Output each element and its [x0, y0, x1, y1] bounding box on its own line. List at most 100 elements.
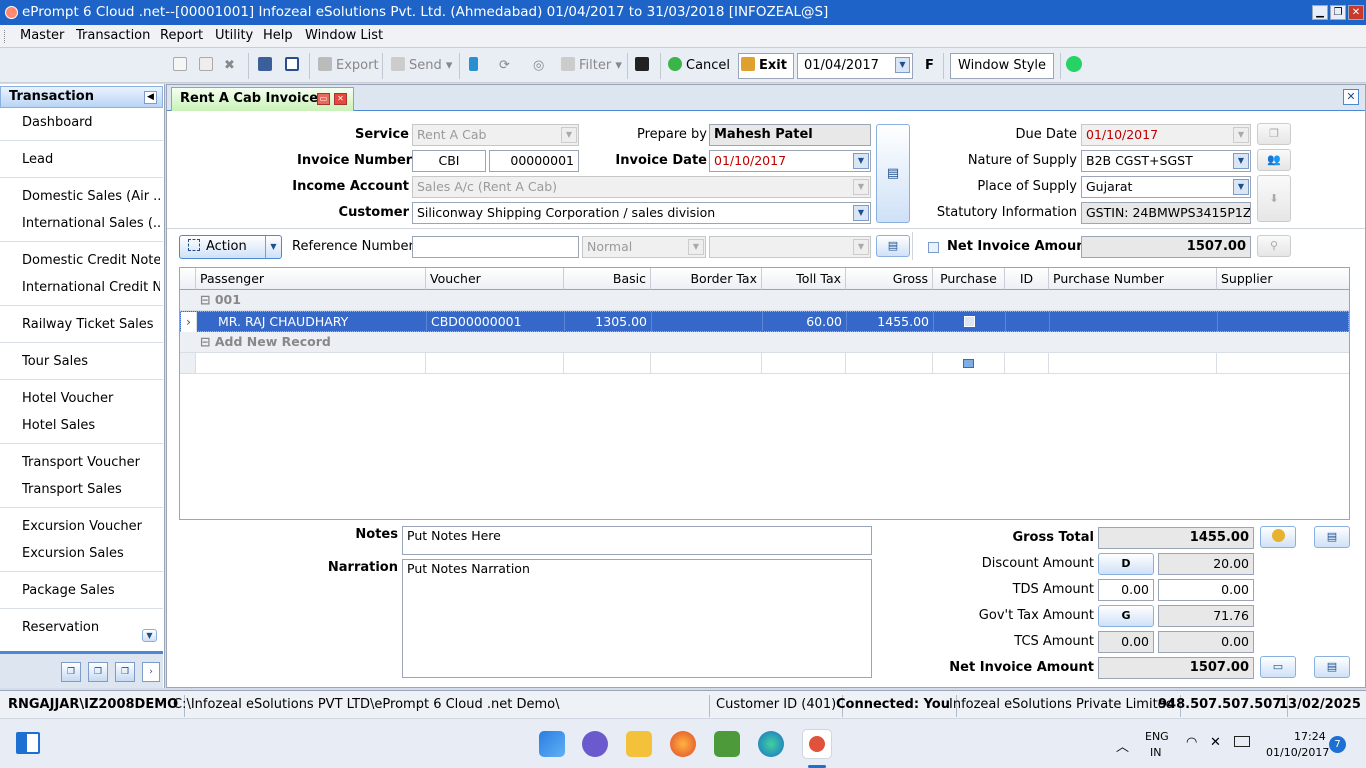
cell-voucher[interactable]: CBD00000001: [427, 312, 565, 332]
arrange-icon[interactable]: ❐: [115, 662, 135, 682]
invoice-prefix-field[interactable]: CBI: [412, 150, 486, 172]
battery-icon[interactable]: [1234, 736, 1250, 747]
income-account-select[interactable]: Sales A/c (Rent A Cab) ▼: [412, 176, 871, 198]
date-picker[interactable]: 01/04/2017 ▼: [797, 53, 913, 79]
sidebar-item-reservation[interactable]: Reservation: [22, 620, 160, 635]
group-row[interactable]: ⊟ 001: [180, 290, 1349, 311]
reference-number-input[interactable]: [412, 236, 579, 258]
cell-purchase-number[interactable]: [1050, 312, 1218, 332]
sidebar-item-hotel-voucher[interactable]: Hotel Voucher: [22, 391, 160, 406]
menu-utility[interactable]: Utility: [215, 28, 253, 43]
cell-supplier[interactable]: [1218, 312, 1350, 332]
menu-window-list[interactable]: Window List: [305, 28, 383, 43]
menu-report[interactable]: Report: [160, 28, 203, 43]
users-icon[interactable]: 👥: [1257, 149, 1291, 171]
copy-icon[interactable]: ❐: [1257, 123, 1291, 145]
net-invoice-checkbox[interactable]: [928, 242, 939, 253]
chevron-down-icon[interactable]: ▼: [853, 153, 869, 169]
column-header-passenger[interactable]: Passenger: [196, 268, 426, 290]
close-window-button[interactable]: ✕: [1348, 5, 1364, 20]
speaker-muted-icon[interactable]: ✕: [1210, 735, 1221, 750]
coins-icon[interactable]: [1260, 526, 1296, 548]
chevron-down-icon[interactable]: ▼: [265, 236, 281, 258]
delete-icon[interactable]: ✖: [224, 56, 235, 76]
filter-button[interactable]: Filter ▾: [561, 56, 622, 76]
customer-select[interactable]: Siliconway Shipping Corporation / sales …: [412, 202, 871, 224]
customer-card-button[interactable]: ▤: [876, 124, 910, 223]
cell-basic[interactable]: 1305.00: [565, 312, 652, 332]
sidebar-item-transport-sales[interactable]: Transport Sales: [22, 482, 160, 497]
sidebar-item-domestic-sales[interactable]: Domestic Sales (Air ...: [22, 189, 160, 204]
chevron-down-icon[interactable]: ▼: [1233, 127, 1249, 143]
cell-purchase[interactable]: [934, 312, 1006, 332]
due-date-field[interactable]: 01/10/2017 ▼: [1081, 124, 1251, 146]
download-icon[interactable]: ⬇: [1257, 175, 1291, 222]
wifi-icon[interactable]: ◠: [1186, 735, 1197, 750]
sidebar-item-package-sales[interactable]: Package Sales: [22, 583, 160, 598]
eprompt-taskbar-icon[interactable]: [802, 729, 832, 759]
teams-icon[interactable]: [582, 731, 608, 757]
chevron-right-icon[interactable]: ›: [142, 662, 160, 682]
sidebar-item-international-credit-note[interactable]: International Credit N...: [22, 280, 160, 295]
service-select[interactable]: Rent A Cab ▼: [412, 124, 579, 146]
cell-toll-tax[interactable]: 60.00: [763, 312, 847, 332]
collapse-icon[interactable]: ◀: [144, 91, 157, 104]
new-purchase-checkbox[interactable]: [963, 359, 974, 368]
invoice-number-field[interactable]: 00000001: [489, 150, 579, 172]
table-row[interactable]: › MR. RAJ CHAUDHARY CBD00000001 1305.00 …: [180, 311, 1349, 332]
chevron-down-icon[interactable]: ▼: [853, 239, 869, 255]
sidebar-item-domestic-credit-note[interactable]: Domestic Credit Note...: [22, 253, 160, 268]
tab-restore-icon[interactable]: ▭: [317, 93, 330, 105]
narration-input[interactable]: Put Notes Narration: [402, 559, 872, 678]
app-icon[interactable]: [5, 6, 18, 19]
type-select[interactable]: Normal ▼: [582, 236, 706, 258]
column-header-gross[interactable]: Gross: [846, 268, 933, 290]
column-header-purchase[interactable]: Purchase: [933, 268, 1005, 290]
place-of-supply-select[interactable]: Gujarat ▼: [1081, 176, 1251, 198]
column-header-voucher[interactable]: Voucher: [426, 268, 564, 290]
invoice-view-icon[interactable]: ▭: [1260, 656, 1296, 678]
sidebar-item-excursion-sales[interactable]: Excursion Sales: [22, 546, 160, 561]
menu-transaction[interactable]: Transaction: [76, 28, 150, 43]
discount-button[interactable]: D: [1098, 553, 1154, 575]
calculator-icon[interactable]: [469, 56, 482, 76]
chevron-down-icon[interactable]: ▼: [1233, 179, 1249, 195]
edge-icon[interactable]: [758, 731, 784, 757]
binoculars-icon[interactable]: ◎: [533, 56, 544, 76]
sidebar-item-dashboard[interactable]: Dashboard: [22, 115, 160, 130]
column-header-id[interactable]: ID: [1005, 268, 1049, 290]
details-icon[interactable]: ▤: [1314, 526, 1350, 548]
f-label[interactable]: F: [925, 56, 934, 76]
stamp-icon[interactable]: ⚲: [1257, 235, 1291, 257]
collapse-group-icon[interactable]: ⊟: [200, 292, 210, 307]
chevron-down-icon[interactable]: ▼: [561, 127, 577, 143]
exit-button[interactable]: Exit: [738, 53, 794, 79]
scroll-down-icon[interactable]: ▼: [142, 629, 157, 642]
purchase-checkbox[interactable]: [964, 316, 975, 327]
chevron-down-icon[interactable]: ▼: [1233, 153, 1249, 169]
action-button[interactable]: Action ▼: [179, 235, 282, 259]
sidebar-item-hotel-sales[interactable]: Hotel Sales: [22, 418, 160, 433]
tab-close-icon[interactable]: ✕: [334, 93, 347, 105]
minimize-button[interactable]: ▁: [1312, 5, 1328, 20]
chevron-down-icon[interactable]: ▼: [895, 57, 910, 73]
notes-input[interactable]: Put Notes Here: [402, 526, 872, 555]
whatsapp-icon[interactable]: [1066, 56, 1086, 76]
window-style-button[interactable]: Window Style ▾: [950, 53, 1054, 96]
cancel-button[interactable]: Cancel: [668, 56, 730, 76]
menu-master[interactable]: Master: [20, 28, 64, 43]
column-header-purchase-number[interactable]: Purchase Number: [1049, 268, 1217, 290]
export-button[interactable]: Export: [318, 56, 379, 76]
nature-of-supply-select[interactable]: B2B CGST+SGST ▼: [1081, 150, 1251, 172]
cell-passenger[interactable]: MR. RAJ CHAUDHARY: [214, 312, 427, 332]
tds-percent-input[interactable]: 0.00: [1098, 579, 1154, 601]
sidebar-item-railway-ticket-sales[interactable]: Railway Ticket Sales: [22, 317, 160, 332]
tile-icon[interactable]: ❐: [88, 662, 108, 682]
sub-type-select[interactable]: ▼: [709, 236, 871, 258]
menu-help[interactable]: Help: [263, 28, 293, 43]
file-explorer-icon[interactable]: [626, 731, 652, 757]
save-icon[interactable]: [635, 56, 653, 76]
send-button[interactable]: Send ▾: [391, 56, 452, 76]
collapse-group-icon[interactable]: ⊟: [200, 334, 210, 349]
chevron-down-icon[interactable]: ▼: [688, 239, 704, 255]
